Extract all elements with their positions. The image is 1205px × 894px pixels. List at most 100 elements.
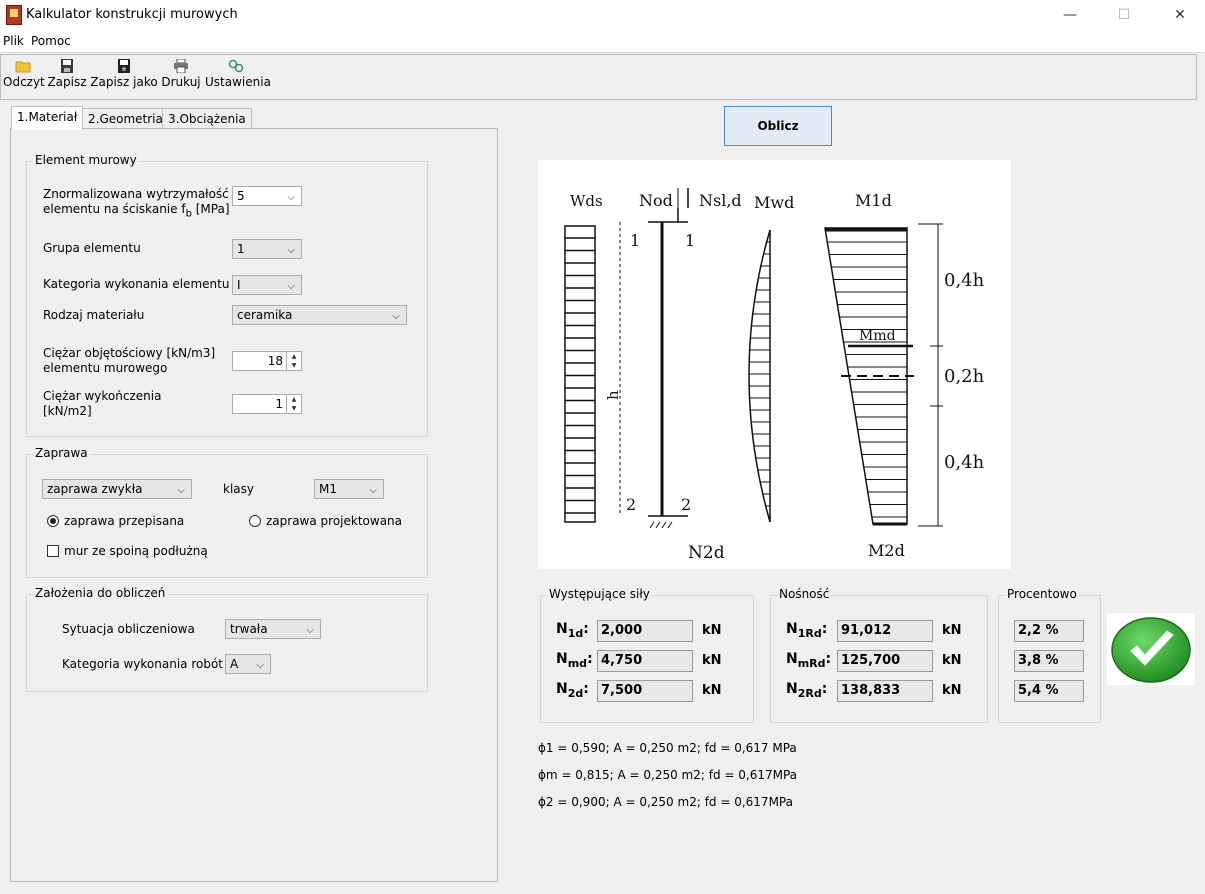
chevron-down-icon: ⌵ [177,485,185,496]
group-title: Występujące siły [547,587,652,601]
formula-line-3: ϕ2 = 0,900; A = 0,250 m2; fd = 0,617MPa [538,795,793,809]
ciezar-objetosciowy-spinner[interactable]: 18 ▲ ▼ [232,351,302,371]
label-m2d: M2d [868,541,905,560]
group-title: Założenia do obliczeń [33,586,168,600]
label-kategoria: Kategoria wykonania elementu [43,277,230,291]
tab-material[interactable]: 1.Materiał [11,106,84,130]
chevron-down-icon: ⌵ [256,660,264,671]
label-h: h [604,390,622,400]
svg-text:2: 2 [681,495,691,514]
spin-down-icon[interactable]: ▼ [286,361,301,370]
result-label: N1Rd: [786,621,828,640]
result-label: NmRd: [786,651,832,670]
result-value-field: 4,750 [597,650,693,672]
label-dim-mid: 0,2h [944,366,985,387]
title-bar: Kalkulator konstrukcji murowych — ☐ ✕ [0,0,1205,30]
printer-icon [174,59,188,73]
grupa-select[interactable]: 1 ⌵ [232,239,302,259]
label-nsld: Nsl,d [699,191,742,210]
group-element-murowy: Element murowy Znormalizowana wytrzymało… [26,153,428,437]
radio-zaprawa-przepisana[interactable] [47,515,59,527]
label-n2d: N2d [688,543,725,563]
zaprawa-typ-select[interactable]: zaprawa zwykła ⌵ [42,479,192,499]
unit-label: kN [942,623,962,638]
menu-plik[interactable]: Plik [3,34,24,48]
sytuacja-select[interactable]: trwała ⌵ [225,619,321,639]
wds-load-block [564,225,596,523]
label-wds: Wds [570,192,603,210]
label-mwd: Mwd [754,193,794,212]
group-title: Element murowy [33,153,139,167]
settings-button[interactable]: Ustawienia [205,55,271,99]
result-value-field: 138,833 [837,680,933,702]
label-nod: Nod [639,191,673,210]
label-wytrzymalosc: Znormalizowana wytrzymałość elementu na … [43,187,230,220]
chevron-down-icon: ⌵ [306,625,314,636]
chevron-down-icon: ⌵ [369,485,377,496]
mwd-diagram [748,229,771,523]
label-rodzaj: Rodzaj materiału [43,308,145,322]
group-zalozenia: Założenia do obliczeń Sytuacja obliczeni… [26,586,428,692]
spin-down-icon[interactable]: ▼ [286,404,301,413]
window-title: Kalkulator konstrukcji murowych [26,7,238,22]
unit-label: kN [702,623,722,638]
label-mmd: Mmd [859,328,896,344]
result-label: Nmd: [556,651,593,670]
tab-obciazenia[interactable]: 3.Obciążenia [162,108,252,129]
radio-zaprawa-projektowana[interactable] [249,515,261,527]
kategoria-robot-select[interactable]: A ⌵ [225,654,271,674]
maximize-button[interactable]: ☐ [1101,0,1147,30]
save-button[interactable]: Zapisz [47,55,87,99]
tab-geometria[interactable]: 2.Geometria [82,108,169,129]
label-dim-top: 0,4h [944,270,985,291]
group-nosnosc: Nośność N1Rd: 91,012 kN NmRd: 125,700 kN N2Rd:… [770,587,988,723]
label-ciezar-objetosciowy: Ciężar objętościowy [kN/m3] elementu muro… [43,346,216,375]
result-value-field: 2,000 [597,620,693,642]
result-value-field: 125,700 [837,650,933,672]
ciezar-wykonczenia-spinner[interactable]: 1 ▲ ▼ [232,394,302,414]
label-sytuacja: Sytuacja obliczeniowa [62,622,195,636]
chevron-down-icon: ⌵ [287,245,295,256]
minimize-button[interactable]: — [1047,0,1093,30]
klasa-select[interactable]: M1 ⌵ [314,479,384,499]
menu-pomoc[interactable]: Pomoc [31,34,71,48]
wytrzymalosc-select[interactable]: 5 ⌵ [232,186,302,206]
group-wystepujace-sily: Występujące siły N1d: 2,000 kN Nmd: 4,750 kN N… [540,587,754,723]
label-grupa: Grupa elementu [43,241,141,255]
svg-text:1: 1 [685,231,695,250]
chevron-down-icon: ⌵ [287,281,295,292]
oblicz-button[interactable]: Oblicz [724,106,832,146]
svg-text:1: 1 [630,231,640,250]
percent-value-field: 5,4 % [1014,680,1084,702]
save-as-icon [118,59,130,73]
unit-label: kN [702,683,722,698]
result-label: N2Rd: [786,681,828,700]
group-procentowo: Procentowo 2,2 % 3,8 % 5,4 % [998,587,1101,723]
rodzaj-select[interactable]: ceramika ⌵ [232,305,407,325]
result-value-field: 91,012 [837,620,933,642]
result-value-field: 7,500 [597,680,693,702]
label-zaprawa-projektowana: zaprawa projektowana [266,514,403,528]
open-button[interactable]: Odczyt [3,55,45,99]
static-scheme-diagram: Wds h Nod Nsl,d 1 1 2 2 N2d Mwd M1d Mmd … [538,160,1011,569]
formula-line-2: ϕm = 0,815; A = 0,250 m2; fd = 0,617MPa [538,768,798,782]
spin-up-icon[interactable]: ▲ [286,352,301,361]
print-button[interactable]: Drukuj [161,55,201,99]
checkbox-spoina-podluzna[interactable] [47,545,59,557]
toolbar: Odczyt Zapisz Zapisz jako Drukuj Ustawie… [0,54,1197,100]
spin-up-icon[interactable]: ▲ [286,395,301,404]
label-kategoria-robot: Kategoria wykonania robót [62,657,224,671]
unit-label: kN [702,653,722,668]
chevron-down-icon: ⌵ [392,311,400,322]
tab-panel-material: Element murowy Znormalizowana wytrzymało… [10,128,498,882]
percent-value-field: 3,8 % [1014,650,1084,672]
close-button[interactable]: ✕ [1157,0,1203,30]
percent-value-field: 2,2 % [1014,620,1084,642]
save-icon [61,59,73,73]
save-as-button[interactable]: Zapisz jako [90,55,158,99]
label-klasy: klasy [223,482,254,496]
kategoria-select[interactable]: I ⌵ [232,275,302,295]
menu-bar: Plik Pomoc [0,30,1205,53]
label-zaprawa-przepisana: zaprawa przepisana [64,514,185,528]
settings-icon [228,59,244,73]
